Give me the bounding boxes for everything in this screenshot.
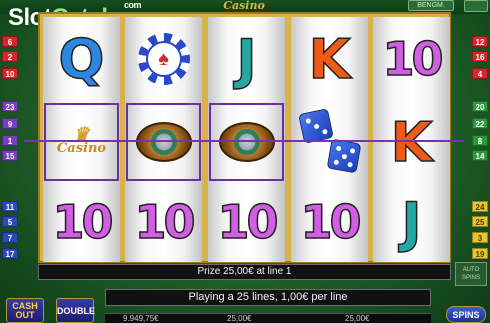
logo-com: com: [124, 0, 142, 10]
line-badge-right[interactable]: 8: [472, 135, 488, 146]
line-badge-right[interactable]: 3: [472, 232, 488, 243]
credit-strip: 9.949,75€ 25,00€ 25,00€: [105, 313, 431, 323]
die: [326, 138, 361, 174]
reel-cell: K: [291, 19, 368, 99]
reel-cell-win: [125, 102, 202, 182]
symbol-10: 10: [134, 194, 197, 250]
credit-value: 9.949,75€: [123, 314, 159, 323]
line-badge-left[interactable]: 11: [2, 201, 18, 212]
symbol-k: K: [390, 110, 433, 175]
reel-cell: ♠: [125, 19, 202, 99]
reel-cell: 10: [208, 182, 285, 262]
line-badge-right[interactable]: 4: [472, 68, 488, 79]
reel-cell: [291, 102, 368, 182]
reel-cell: Q: [43, 19, 120, 99]
line-badge-right[interactable]: 19: [472, 248, 488, 259]
line-badge-left[interactable]: 23: [2, 101, 18, 112]
symbol-10: 10: [382, 31, 445, 87]
line-badge-right[interactable]: 14: [472, 150, 488, 161]
prize-message: Prize 25,00€ at line 1: [38, 264, 451, 280]
line-badge-left[interactable]: 7: [2, 232, 18, 243]
symbol-10: 10: [52, 194, 115, 250]
reel-cell-win: [208, 102, 285, 182]
poker-chip-icon: ♠: [137, 33, 190, 85]
line-badge-left[interactable]: 5: [2, 216, 18, 227]
close-button[interactable]: [464, 0, 488, 12]
line-badge-left[interactable]: 9: [2, 118, 18, 129]
symbol-j: J: [401, 190, 423, 255]
symbol-k: K: [308, 27, 351, 92]
reel-cell: K: [373, 102, 450, 182]
line-badge-left[interactable]: 1: [2, 135, 18, 146]
crown-casino-label: Casino: [56, 141, 107, 156]
spade-icon: ♠: [158, 47, 169, 70]
line-badge-left[interactable]: 6: [2, 36, 18, 47]
line-badge-right[interactable]: 12: [472, 36, 488, 47]
dice-icon: [295, 107, 365, 177]
crown-casino-symbol: ♛ Casino: [56, 126, 107, 156]
reel-cell-win: ♛ Casino: [43, 102, 120, 182]
bet-info-message: Playing a 25 lines, 1,00€ per line: [105, 289, 431, 306]
reel-cell: J: [208, 19, 285, 99]
auto-spins-button[interactable]: AUTO SPINS: [455, 262, 487, 286]
line-badge-left[interactable]: 17: [2, 248, 18, 259]
symbol-q: Q: [58, 27, 105, 92]
line-badge-right[interactable]: 20: [472, 101, 488, 112]
bengm-button[interactable]: BENGM.: [408, 0, 454, 11]
roulette-wheel-icon: [218, 122, 275, 162]
reel-cell: 10: [43, 182, 120, 262]
reel-cell: 10: [291, 182, 368, 262]
reel-cell: 10: [125, 182, 202, 262]
line-badge-left[interactable]: 15: [2, 150, 18, 161]
line-badge-left[interactable]: 10: [2, 68, 18, 79]
win-value: 25,00€: [345, 314, 370, 323]
spins-button[interactable]: SPINS: [446, 306, 486, 323]
line-badge-right[interactable]: 22: [472, 118, 488, 129]
cash-out-button[interactable]: CASH OUT: [6, 298, 44, 323]
line-badge-left[interactable]: 2: [2, 51, 18, 62]
line-badge-right[interactable]: 16: [472, 51, 488, 62]
symbol-10: 10: [217, 194, 280, 250]
winning-payline: [24, 140, 464, 142]
reel-cell: J: [373, 182, 450, 262]
bet-value: 25,00€: [227, 314, 252, 323]
symbol-10: 10: [300, 194, 363, 250]
double-button[interactable]: DOUBLE: [56, 298, 95, 323]
roulette-wheel-icon: [135, 122, 192, 162]
die: [297, 108, 334, 144]
reel-frame: Q ♛ Casino 10 ♠ 10 J 10 K 10 10 K J: [38, 12, 451, 263]
line-badge-right[interactable]: 24: [472, 201, 488, 212]
symbol-j: J: [236, 27, 258, 92]
reel-cell: 10: [373, 19, 450, 99]
line-badge-right[interactable]: 25: [472, 216, 488, 227]
